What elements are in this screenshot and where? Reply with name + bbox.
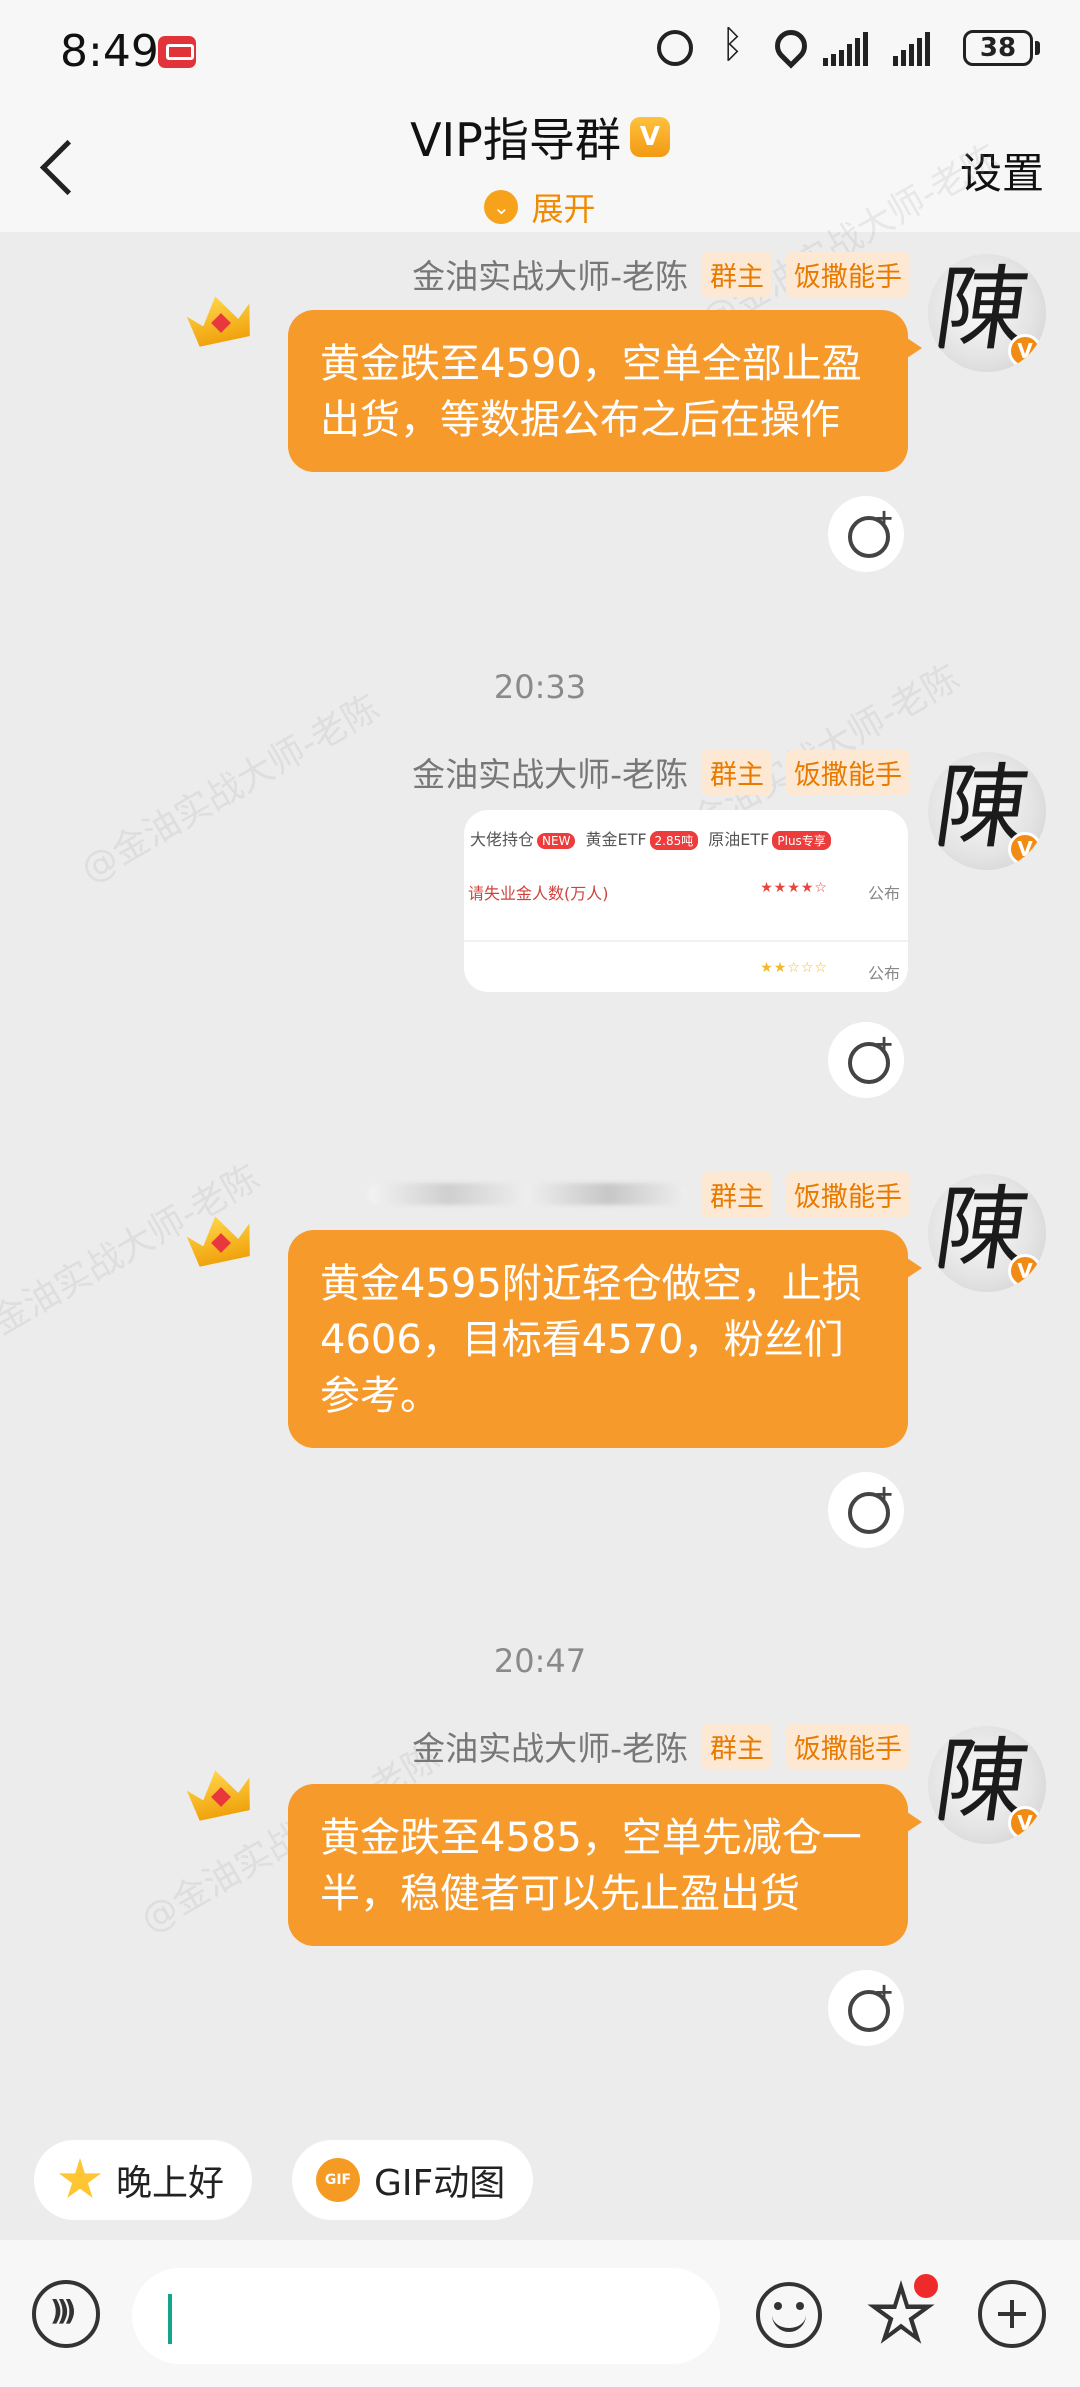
star-emoji-icon xyxy=(58,2158,102,2199)
rating-stars: ★★★★☆ xyxy=(760,880,828,896)
quick-reply-label: GIF动图 xyxy=(374,2163,506,2204)
battery-tip xyxy=(1035,41,1040,55)
settings-button[interactable]: 设置 xyxy=(960,140,1044,201)
sender-name[interactable]: 金油实战大师-老陈 xyxy=(412,250,688,298)
gif-icon: GIF xyxy=(316,2158,360,2202)
role-tag: 饭撒能手 xyxy=(786,251,910,297)
sender-row: 群主 饭撒能手 xyxy=(368,1171,910,1217)
verified-badge-icon: V xyxy=(1008,1254,1042,1288)
role-tag: 群主 xyxy=(702,749,772,795)
add-reaction-button[interactable] xyxy=(828,1472,904,1548)
expand-label: 展开 xyxy=(531,190,596,228)
emoji-icon[interactable] xyxy=(756,2282,822,2348)
image-tabs: 大佬持仓 NEW 黄金ETF 2.85吨 原油ETF Plus专享 xyxy=(464,810,908,850)
crown-icon xyxy=(188,1210,258,1266)
image-row-suffix: 公布 xyxy=(867,964,900,983)
sender-name[interactable]: 金油实战大师-老陈 xyxy=(412,748,688,796)
role-tag: 群主 xyxy=(702,251,772,297)
verified-badge-icon: V xyxy=(1008,334,1042,368)
role-tag: 饭撒能手 xyxy=(786,1723,910,1769)
divider xyxy=(464,940,908,942)
expand-button[interactable]: ⌄ 展开 xyxy=(0,184,1080,230)
avatar[interactable]: 陳 V xyxy=(928,1726,1046,1844)
voice-icon[interactable] xyxy=(32,2280,100,2348)
role-tag: 饭撒能手 xyxy=(786,749,910,795)
avatar[interactable]: 陳 V xyxy=(928,752,1046,870)
image-tab: 大佬持仓 NEW xyxy=(470,826,576,850)
role-tag: 群主 xyxy=(702,1171,772,1217)
plus-icon[interactable] xyxy=(978,2280,1046,2348)
signal-icon xyxy=(823,30,871,66)
input-bar xyxy=(0,2240,1080,2387)
image-row-suffix: 公布 xyxy=(867,884,900,903)
status-time: 8:49 xyxy=(60,26,159,77)
image-tab: 黄金ETF 2.85吨 xyxy=(585,826,699,850)
notification-dot xyxy=(914,2274,938,2298)
sender-row: 金油实战大师-老陈 群主 饭撒能手 xyxy=(412,1722,910,1770)
image-message[interactable]: 大佬持仓 NEW 黄金ETF 2.85吨 原油ETF Plus专享 请失业金人数(万人… xyxy=(464,810,908,992)
message-bubble[interactable]: 黄金跌至4585，空单先减仓一半，稳健者可以先止盈出货 xyxy=(288,1784,922,1946)
quick-reply-gif[interactable]: GIF GIF动图 xyxy=(292,2140,534,2220)
image-tab: 原油ETF Plus专享 xyxy=(708,826,831,850)
watermark: @金油实战大师-老陈 xyxy=(74,687,387,892)
crown-icon xyxy=(188,1764,258,1820)
sender-name-blurred xyxy=(368,1183,688,1205)
vip-badge-icon: V xyxy=(629,117,670,157)
top-bar: 8:49 38 VIP指导群 V ⌄ 展开 设置 xyxy=(0,0,1080,232)
image-row: 请失业金人数(万人) ★★★★☆ 公布 xyxy=(468,880,900,904)
sender-name[interactable]: 金油实战大师-老陈 xyxy=(412,1722,688,1770)
app-notification-icon xyxy=(158,36,196,68)
time-separator: 20:33 xyxy=(493,668,587,706)
quick-reply-good-evening[interactable]: 晚上好 xyxy=(34,2140,253,2220)
title-row: VIP指导群 V xyxy=(0,104,1080,170)
role-tag: 饭撒能手 xyxy=(786,1171,910,1217)
quick-reply-label: 晚上好 xyxy=(116,2163,225,2204)
location-icon xyxy=(773,30,801,66)
rating-stars: ★★☆☆☆ xyxy=(760,960,828,976)
avatar[interactable]: 陳 V xyxy=(928,254,1046,372)
text-caret xyxy=(168,2294,172,2344)
chevron-down-icon: ⌄ xyxy=(484,190,519,224)
page-title: VIP指导群 xyxy=(410,113,621,167)
sender-row: 金油实战大师-老陈 群主 饭撒能手 xyxy=(412,748,910,796)
message-bubble[interactable]: 黄金跌至4590，空单全部止盈出货，等数据公布之后在操作 xyxy=(288,310,922,472)
add-reaction-button[interactable] xyxy=(828,1970,904,2046)
verified-badge-icon: V xyxy=(1008,832,1042,866)
time-separator: 20:47 xyxy=(493,1642,587,1680)
message-input[interactable] xyxy=(132,2268,720,2364)
status-icons: 38 xyxy=(657,22,1040,66)
add-reaction-button[interactable] xyxy=(828,1022,904,1098)
avatar[interactable]: 陳 V xyxy=(928,1174,1046,1292)
role-tag: 群主 xyxy=(702,1723,772,1769)
bluetooth-icon xyxy=(715,22,751,66)
image-row: ★★☆☆☆ 公布 xyxy=(468,960,900,984)
verified-badge-icon: V xyxy=(1008,1806,1042,1840)
message-bubble[interactable]: 黄金4595附近轻仓做空，止损4606，目标看4570，粉丝们参考。 xyxy=(288,1230,922,1448)
crown-icon xyxy=(188,290,258,346)
add-reaction-button[interactable] xyxy=(828,496,904,572)
alarm-icon xyxy=(657,30,693,66)
battery-icon: 38 xyxy=(963,30,1033,66)
sender-row: 金油实战大师-老陈 群主 饭撒能手 xyxy=(412,250,910,298)
signal-icon-2 xyxy=(893,30,941,66)
image-row-label: 请失业金人数(万人) xyxy=(468,884,609,903)
